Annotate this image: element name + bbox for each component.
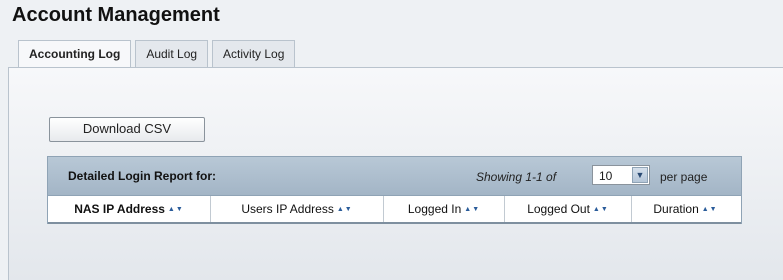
chevron-down-icon[interactable]: ▼ [632,167,648,183]
login-report-table: Detailed Login Report for: Showing 1-1 o… [47,156,742,224]
report-title: Detailed Login Report for: [68,169,216,183]
tab-accounting-log[interactable]: Accounting Log [18,40,132,69]
column-label: NAS IP Address [74,202,165,216]
tab-bar: Accounting Log Audit Log Activity Log [18,40,299,69]
column-label: Logged In [407,202,462,216]
column-label: Duration [653,202,699,216]
column-nas-ip-address[interactable]: NAS IP Address ▲▼ [48,196,211,222]
sort-arrows-icon[interactable]: ▲▼ [593,197,609,223]
column-logged-out[interactable]: Logged Out ▲▼ [505,196,632,222]
download-csv-button[interactable]: Download CSV [49,117,205,142]
column-headers: NAS IP Address ▲▼ Users IP Address ▲▼ Logg… [48,196,741,224]
column-label: Logged Out [527,202,590,216]
sort-arrows-icon[interactable]: ▲▼ [168,197,184,223]
column-users-ip-address[interactable]: Users IP Address ▲▼ [211,196,384,222]
per-page-label: per page [660,170,708,184]
page-title: Account Management [12,4,220,26]
column-logged-in[interactable]: Logged In ▲▼ [384,196,505,222]
report-header: Detailed Login Report for: Showing 1-1 o… [48,157,741,196]
tab-audit-log[interactable]: Audit Log [135,40,209,67]
column-duration[interactable]: Duration ▲▼ [632,196,739,222]
sort-arrows-icon[interactable]: ▲▼ [337,197,353,223]
tab-activity-log[interactable]: Activity Log [212,40,296,67]
per-page-select[interactable]: 10 ▼ [592,165,650,185]
column-label: Users IP Address [241,202,334,216]
sort-arrows-icon[interactable]: ▲▼ [702,197,718,223]
sort-arrows-icon[interactable]: ▲▼ [464,197,480,223]
showing-count: Showing 1-1 of [476,170,557,184]
per-page-value: 10 [599,169,613,183]
